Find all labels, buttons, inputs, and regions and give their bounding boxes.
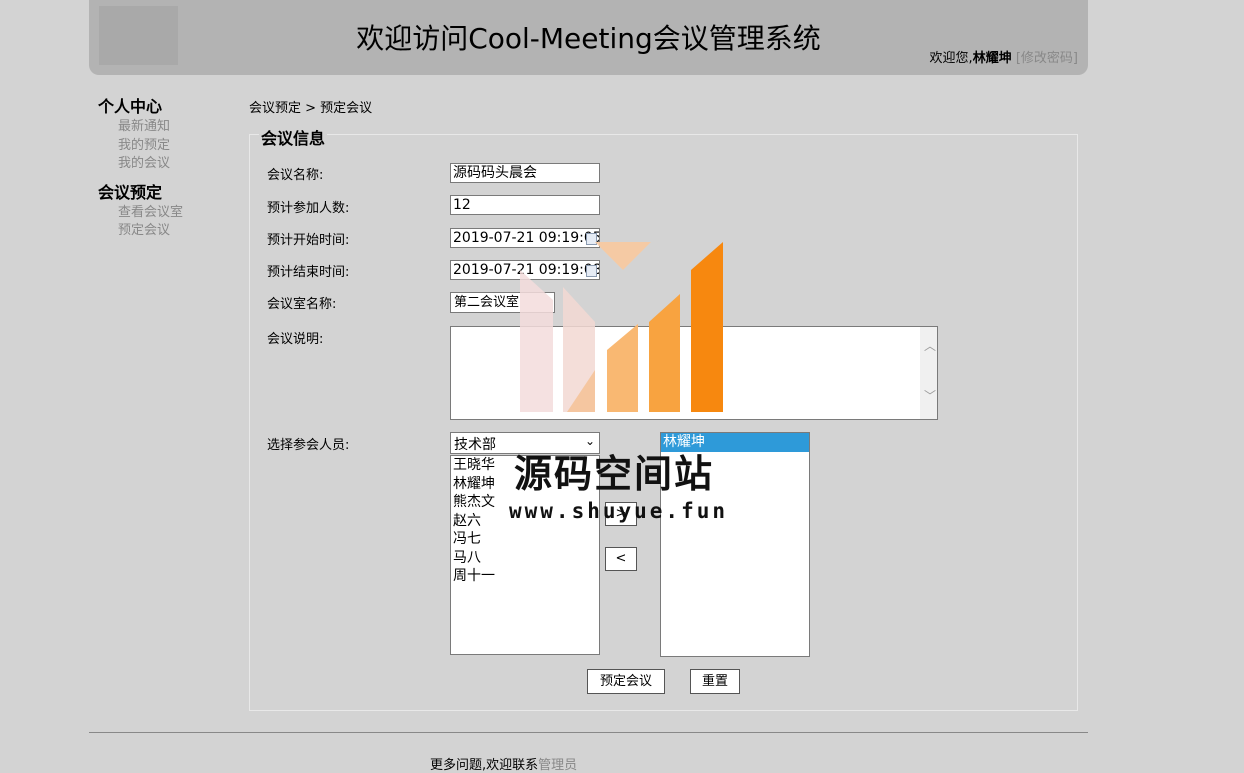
- calendar-icon[interactable]: [586, 233, 597, 245]
- attendees-input[interactable]: 12: [450, 195, 600, 215]
- watermark-url: www.shuyue.fun: [509, 499, 729, 523]
- calendar-icon[interactable]: [586, 265, 597, 277]
- admin-link[interactable]: 管理员: [538, 758, 577, 773]
- meeting-name-input[interactable]: 源码码头晨会: [450, 163, 600, 183]
- sidebar-item-my-reservations[interactable]: 我的预定: [118, 137, 238, 156]
- scroll-down-icon[interactable]: ﹀: [924, 387, 936, 404]
- room-select[interactable]: 第二会议室: [450, 292, 555, 313]
- sidebar-item-my-meetings[interactable]: 我的会议: [118, 155, 238, 174]
- scroll-up-icon[interactable]: ︿: [924, 337, 936, 354]
- sidebar-group-booking: 会议预定 查看会议室 预定会议: [98, 182, 238, 241]
- sidebar-group-title: 会议预定: [98, 182, 163, 202]
- list-item[interactable]: 周十一: [451, 567, 599, 586]
- reset-button[interactable]: 重置: [690, 669, 740, 694]
- sidebar-group-personal: 个人中心 最新通知 我的预定 我的会议: [98, 96, 238, 174]
- sidebar-group-title: 个人中心: [98, 97, 163, 116]
- change-password-link[interactable]: [修改密码]: [1016, 51, 1078, 66]
- start-time-value: 2019-07-21 09:19:05: [453, 230, 600, 246]
- end-time-input[interactable]: 2019-07-21 09:19:08: [450, 260, 600, 280]
- user-area: 欢迎您,林耀坤 [修改密码]: [930, 47, 1078, 66]
- header: 欢迎访问Cool-Meeting会议管理系统 欢迎您,林耀坤 [修改密码]: [89, 0, 1088, 75]
- start-time-label: 预计开始时间:: [267, 233, 350, 248]
- attendees-label: 预计参加人数:: [267, 201, 350, 216]
- footer: 更多问题,欢迎联系管理员: [430, 754, 577, 773]
- participants-label: 选择参会人员:: [267, 438, 350, 453]
- footer-divider: [89, 732, 1088, 733]
- welcome-text: 欢迎您,: [929, 51, 973, 66]
- room-label: 会议室名称:: [267, 297, 337, 312]
- username: 林耀坤: [972, 51, 1012, 66]
- book-meeting-button[interactable]: 预定会议: [587, 669, 665, 694]
- remove-person-button[interactable]: <: [605, 547, 637, 571]
- sidebar-item-latest-notice[interactable]: 最新通知: [118, 118, 238, 137]
- sidebar: 个人中心 最新通知 我的预定 我的会议 会议预定 查看会议室 预定会议: [98, 96, 238, 249]
- fieldset-legend: 会议信息: [259, 125, 328, 149]
- sidebar-item-book-meeting[interactable]: 预定会议: [118, 222, 238, 241]
- footer-text: 更多问题,欢迎联系: [430, 758, 539, 773]
- end-time-label: 预计结束时间:: [267, 265, 350, 280]
- description-textarea[interactable]: ︿ ﹀: [450, 326, 938, 420]
- watermark-title: 源码空间站: [514, 452, 715, 496]
- list-item[interactable]: 冯七: [451, 530, 599, 549]
- breadcrumb: 会议预定 > 预定会议: [249, 101, 373, 116]
- list-item[interactable]: 马八: [451, 549, 599, 568]
- end-time-value: 2019-07-21 09:19:08: [453, 262, 600, 278]
- description-label: 会议说明:: [267, 332, 324, 347]
- department-value: 技术部: [454, 437, 496, 453]
- meeting-name-label: 会议名称:: [267, 168, 324, 183]
- textarea-scrollbar[interactable]: ︿ ﹀: [920, 327, 937, 419]
- start-time-input[interactable]: 2019-07-21 09:19:05: [450, 228, 600, 248]
- sidebar-item-view-rooms[interactable]: 查看会议室: [118, 204, 238, 223]
